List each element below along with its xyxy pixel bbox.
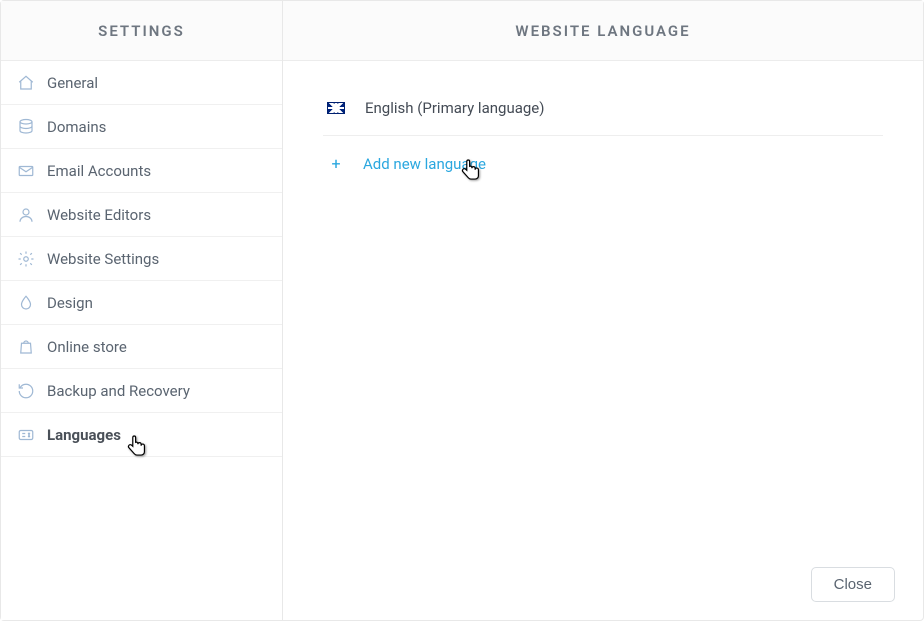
gear-icon [15, 248, 37, 270]
sidebar-item-general[interactable]: General [1, 61, 282, 105]
sidebar-item-editors[interactable]: Website Editors [1, 193, 282, 237]
close-button[interactable]: Close [811, 567, 895, 602]
sidebar-item-domains[interactable]: Domains [1, 105, 282, 149]
settings-dialog: SETTINGS General Domains Email Accounts [0, 0, 924, 621]
sidebar-item-label: Online store [47, 338, 127, 356]
sidebar-item-website-settings[interactable]: Website Settings [1, 237, 282, 281]
language-row-primary[interactable]: English (Primary language) [323, 89, 883, 135]
database-icon [15, 116, 37, 138]
language-label: English (Primary language) [365, 99, 544, 117]
sidebar-item-design[interactable]: Design [1, 281, 282, 325]
add-language-label: Add new language [363, 155, 486, 173]
sidebar-item-label: Website Editors [47, 206, 151, 224]
sidebar-item-store[interactable]: Online store [1, 325, 282, 369]
main-title: WEBSITE LANGUAGE [283, 1, 923, 61]
plus-icon: + [327, 154, 345, 173]
sidebar-item-languages[interactable]: Languages [1, 413, 282, 457]
add-language-button[interactable]: + Add new language [323, 136, 883, 191]
sidebar-item-label: Backup and Recovery [47, 382, 190, 400]
sidebar-item-label: Website Settings [47, 250, 159, 268]
main-body: English (Primary language) + Add new lan… [283, 61, 923, 620]
sidebar-item-label: Email Accounts [47, 162, 151, 180]
flag-uk-icon [327, 102, 345, 114]
sidebar-item-label: Domains [47, 118, 106, 136]
language-icon [15, 424, 37, 446]
bag-icon [15, 336, 37, 358]
sidebar-item-email[interactable]: Email Accounts [1, 149, 282, 193]
sidebar-title: SETTINGS [1, 1, 282, 61]
language-list: English (Primary language) [323, 89, 883, 136]
user-icon [15, 204, 37, 226]
sidebar-item-label: Languages [47, 426, 121, 444]
sidebar-list: General Domains Email Accounts Website E… [1, 61, 282, 457]
restore-icon [15, 380, 37, 402]
home-icon [15, 72, 37, 94]
sidebar-item-backup[interactable]: Backup and Recovery [1, 369, 282, 413]
mail-icon [15, 160, 37, 182]
sidebar-item-label: General [47, 74, 98, 92]
sidebar-item-label: Design [47, 294, 93, 312]
droplet-icon [15, 292, 37, 314]
sidebar: SETTINGS General Domains Email Accounts [1, 1, 283, 620]
dialog-footer: Close [811, 567, 895, 602]
main-panel: WEBSITE LANGUAGE English (Primary langua… [283, 1, 923, 620]
